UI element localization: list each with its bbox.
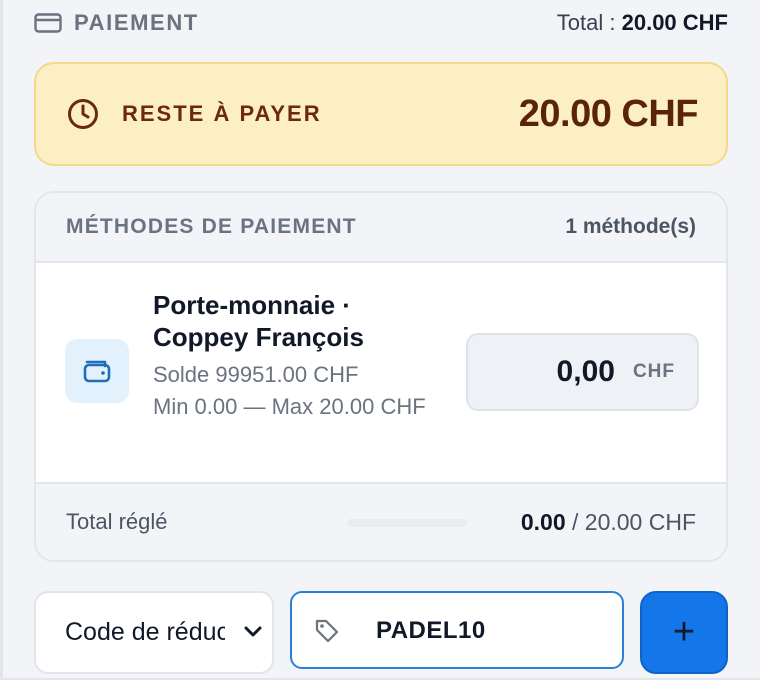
payment-progress-bar (347, 519, 467, 527)
payment-methods-title: MÉTHODES DE PAIEMENT (66, 215, 357, 238)
payment-methods-footer: Total réglé 0.00 / 20.00 CHF (36, 482, 726, 560)
total-paid-of-total: / 20.00 CHF (572, 508, 696, 535)
clock-icon (68, 99, 98, 129)
discount-code-input[interactable]: PADEL10 (290, 591, 624, 669)
payment-amount-value[interactable]: 0,00 (557, 355, 615, 389)
total-paid-values: 0.00 / 20.00 CHF (521, 509, 696, 536)
payment-amount-input[interactable]: 0,00 CHF (466, 333, 699, 411)
payment-amount-unit: CHF (632, 361, 675, 382)
header-total-label: Total : (556, 10, 616, 35)
page-title: PAIEMENT (74, 10, 199, 35)
payment-method-balance: Solde 99951.00 CHF (153, 362, 359, 387)
remaining-label: RESTE À PAYER (122, 101, 322, 126)
wallet-icon-container (65, 339, 129, 403)
bottom-divider (0, 678, 760, 695)
payment-methods-card: MÉTHODES DE PAIEMENT 1 méthode(s) Porte-… (34, 191, 728, 562)
payment-method-name: Porte-monnaie · Coppey François (153, 290, 364, 352)
tag-icon (315, 619, 339, 643)
header-total-value: 20.00 CHF (621, 10, 728, 35)
remaining-banner: RESTE À PAYER 20.00 CHF (34, 62, 728, 166)
wallet-icon (83, 360, 111, 383)
total-paid-amount: 0.00 (520, 508, 566, 535)
remaining-label-group: RESTE À PAYER (66, 97, 322, 131)
payment-header-title-group: PAIEMENT (34, 10, 199, 36)
payment-methods-header: MÉTHODES DE PAIEMENT 1 méthode(s) (36, 193, 726, 263)
reduction-type-value[interactable]: Code de réduction (65, 618, 225, 647)
header-total: Total : 20.00 CHF (557, 10, 728, 36)
remaining-amount: 20.00 CHF (518, 92, 699, 135)
left-divider (0, 0, 3, 695)
payment-method-limits: Min 0.00 — Max 20.00 CHF (153, 394, 426, 419)
payment-header: PAIEMENT Total : 20.00 CHF (34, 6, 728, 40)
discount-code-value[interactable]: PADEL10 (376, 617, 486, 645)
payment-method-row: Porte-monnaie · Coppey François Solde 99… (36, 263, 726, 482)
plus-icon[interactable]: + (673, 611, 695, 654)
credit-card-icon (34, 13, 62, 33)
reduction-type-select[interactable]: Code de réduction (34, 591, 274, 674)
payment-methods-count: 1 méthode(s) (565, 215, 696, 238)
chevron-down-icon[interactable] (244, 625, 262, 639)
total-paid-label: Total réglé (66, 509, 168, 534)
payment-method-details: Solde 99951.00 CHF Min 0.00 — Max 20.00 … (153, 359, 443, 423)
add-discount-button[interactable]: + (640, 591, 728, 674)
